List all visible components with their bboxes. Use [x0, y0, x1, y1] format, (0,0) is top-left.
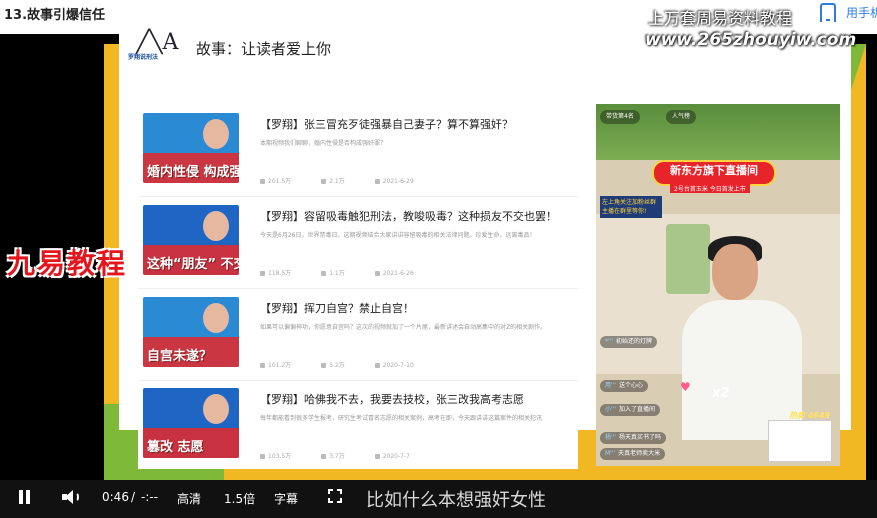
comment-user: M'''	[605, 450, 616, 457]
host-body	[682, 300, 802, 440]
like-multiplier: x2	[712, 386, 730, 401]
pause-button[interactable]	[18, 490, 32, 504]
comment-user: 小'''	[605, 406, 616, 413]
comment-user: 用'''	[605, 382, 616, 389]
watermark-url: www.265zhouyiw.com	[645, 30, 857, 50]
rank-badge: 带货第4名	[600, 110, 640, 124]
thumbnail-text: 婚内性侵 构成强奸罪吗	[147, 165, 239, 180]
live-comment: 用''' 送个心心	[600, 380, 648, 392]
article-title[interactable]: 【罗翔】张三冒充歹徒强暴自己妻子？算不算强奸？	[260, 116, 513, 132]
studio-sign	[666, 224, 710, 294]
product-card	[768, 420, 832, 462]
article-meta: 118.5万 1.1万 2021-6-26	[260, 268, 444, 277]
article-item[interactable]: 自宫未遂？ 【罗翔】挥刀自宫？禁止自宫！ 如果可以偏偏神功，你愿意自宫吗？这次的视频…	[138, 290, 578, 378]
article-description: 每年都能看到很多学生报考，研究生考试冒名志愿的相关案例，高考在即，今天跟讲讲这篇…	[260, 415, 543, 422]
view-count: 118.5万	[268, 270, 292, 277]
logo-caption: 罗翔说刑法	[128, 54, 159, 61]
comment-text: 加入了直播间	[618, 406, 655, 413]
thumbnail-face	[203, 119, 229, 149]
speed-button[interactable]: 1.5倍	[224, 490, 255, 507]
comment-count: 1.1万	[329, 270, 345, 277]
article-meta: 201.5万 2.1万 2021-6-29	[260, 176, 444, 185]
article-divider	[138, 288, 578, 289]
thumbnail-face	[203, 303, 229, 333]
live-comment: 杨''' 杨天真买书了吗	[600, 432, 666, 444]
comment-text: 送个心心	[618, 382, 643, 389]
time-separator: /	[131, 490, 136, 504]
thumbnail-text: 自宫未遂？	[147, 349, 213, 364]
article-description: 如果可以偏偏神功，你愿意自宫吗？这次的视频就加了一个片尾，最新讲述会自动高集中的…	[260, 324, 547, 331]
follow-tag: 左上角关注加粉丝群 主播在群里等你!	[600, 196, 662, 218]
volume-icon[interactable]	[62, 489, 82, 505]
fullscreen-icon[interactable]	[328, 489, 342, 503]
slide-heading: 故事：让读者爱上你	[196, 40, 332, 58]
comment-user: 杨'''	[605, 434, 616, 441]
publish-date: 2020-7-10	[382, 362, 414, 369]
article-thumbnail[interactable]: 婚内性侵 构成强奸罪吗	[143, 113, 239, 183]
heart-icon: ♥	[680, 380, 691, 394]
publish-date: 2021-6-26	[382, 270, 414, 277]
thumbnail-face	[203, 211, 229, 241]
article-description: 本期视频我们聊聊，婚内性侵是否构成强奸罪？	[260, 140, 387, 147]
article-description: 今天是6月26日，世界禁毒日。这期视频结合大家讲讲容留吸毒的相关法律问题。珍爱生…	[260, 232, 536, 239]
time-current: 0:46	[102, 490, 129, 504]
watermark-text: 上万套周易资料教程	[648, 9, 793, 28]
article-thumbnail[interactable]: 篡改 志愿	[143, 388, 239, 458]
article-divider	[138, 196, 578, 197]
article-title[interactable]: 【罗翔】哈佛我不去，我要去技校，张三改我高考志愿	[260, 391, 524, 407]
comment-count: 2.1万	[329, 178, 345, 185]
thumbnail-text: 篡改 志愿	[147, 440, 204, 455]
mobile-view-link[interactable]: 用手机	[846, 4, 877, 21]
article-title[interactable]: 【罗翔】容留吸毒触犯刑法，教唆吸毒？这种损友不交也罢！	[260, 208, 557, 224]
thumbnail-face	[203, 394, 229, 424]
thumbnail-text: 这种“朋友” 不交也罢！	[147, 257, 239, 272]
comment-user: *'''	[605, 338, 613, 345]
view-count: 101.2万	[268, 362, 292, 369]
article-meta: 101.2万 5.2万 2020-7-10	[260, 360, 444, 369]
comment-text: 杨天真买书了吗	[618, 434, 661, 441]
article-item[interactable]: 这种“朋友” 不交也罢！ 【罗翔】容留吸毒触犯刑法，教唆吸毒？这种损友不交也罢！ 今…	[138, 198, 578, 286]
publish-date: 2020-7-7	[382, 453, 410, 460]
comment-count: 3.7万	[329, 453, 345, 460]
view-count: 103.5万	[268, 453, 292, 460]
article-item[interactable]: 篡改 志愿 【罗翔】哈佛我不去，我要去技校，张三改我高考志愿每年都能看到很多学生报…	[138, 381, 578, 469]
brand-overlay: 九易教程	[7, 247, 128, 280]
view-count: 201.5万	[268, 178, 292, 185]
live-comment: M''' 天真老师卖大米	[600, 448, 666, 460]
channel-logo: ╱╲A 罗翔说刑法	[128, 30, 178, 62]
article-thumbnail[interactable]: 自宫未遂？	[143, 297, 239, 367]
comment-count: 5.2万	[329, 362, 345, 369]
comment-text: 初始还的灯牌	[615, 338, 652, 345]
article-item[interactable]: 婚内性侵 构成强奸罪吗 【罗翔】张三冒充歹徒强暴自己妻子？算不算强奸？ 本期视频我们…	[138, 106, 578, 194]
publish-date: 2021-6-29	[382, 178, 414, 185]
livestream-banner-sub: 2号台首玉米 今日首发上市	[670, 184, 750, 193]
livestream-banner: 新东方旗下直播间	[652, 160, 776, 186]
host-face	[712, 244, 758, 300]
popularity-badge: 人气榜	[666, 110, 697, 124]
livestream-image: 带货第4名 人气榜 新东方旗下直播间 2号台首玉米 今日首发上市 左上角关注加粉…	[596, 104, 840, 466]
comment-text: 天真老师卖大米	[618, 450, 661, 457]
live-comment: *''' 初始还的灯牌	[600, 336, 657, 348]
quality-button[interactable]: 高清	[177, 490, 201, 507]
live-comment: 小''' 加入了直播间	[600, 404, 660, 416]
article-meta: 103.5万 3.7万 2020-7-7	[260, 451, 440, 460]
video-subtitle: 比如什么本想强奸女性	[366, 490, 546, 511]
captions-button[interactable]: 字幕	[274, 490, 298, 507]
article-title[interactable]: 【罗翔】挥刀自宫？禁止自宫！	[260, 300, 414, 316]
app-root: 13.故事引爆信任 用手机 ╱╲A 罗翔说刑法 故事：让读者爱上你 婚内性侵 构…	[0, 0, 877, 518]
time-total: -:--	[141, 490, 159, 504]
page-title: 13.故事引爆信任	[4, 8, 106, 23]
